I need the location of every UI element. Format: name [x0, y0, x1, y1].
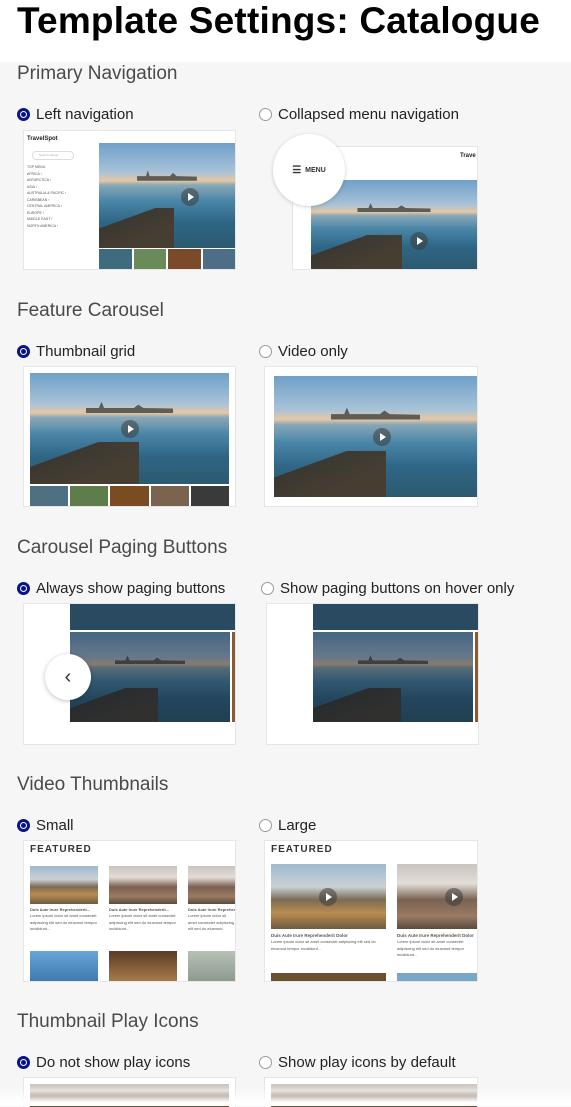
preview-thumbnail-strip — [99, 249, 235, 269]
chevron-left-icon: ‹ — [45, 654, 91, 700]
preview-video-only[interactable] — [264, 366, 478, 507]
radio-unselected-icon[interactable] — [259, 108, 272, 121]
option-label: Left navigation — [36, 106, 134, 123]
video-thumbnail — [30, 866, 98, 904]
preview-small-thumbnails[interactable]: FEATURED Duis Aute Irure Reprehenderit..… — [23, 840, 236, 982]
menu-label: MENU — [305, 166, 326, 174]
preview-left-navigation[interactable]: TravelSpot Search videos TOP MENU AFRICA… — [23, 130, 236, 270]
page-header: Template Settings: Catalogue — [0, 0, 571, 62]
hamburger-icon: ☰ — [292, 164, 302, 176]
dim-overlay — [70, 632, 230, 722]
play-icon — [319, 888, 337, 906]
option-video-only[interactable]: Video only — [259, 343, 348, 360]
section-title-primary-navigation: Primary Navigation — [17, 63, 178, 84]
preview-nav-item: NORTH AMERICA › — [27, 223, 59, 228]
section-title-carousel-paging-buttons: Carousel Paging Buttons — [17, 537, 228, 558]
featured-heading: FEATURED — [30, 844, 92, 855]
preview-thumbnail-grid[interactable] — [23, 366, 236, 507]
radio-unselected-icon[interactable] — [259, 345, 272, 358]
preview-hover-paging[interactable] — [266, 603, 479, 745]
video-thumbnail — [30, 951, 98, 981]
preview-strip-top — [313, 604, 478, 630]
play-icon — [121, 420, 139, 438]
preview-search-placeholder: Search videos — [39, 153, 59, 157]
page-title: Template Settings: Catalogue — [17, 0, 540, 41]
preview-strip-top — [70, 604, 235, 630]
preview-large-thumbnails[interactable]: FEATURED Duis Aute Irure Reprehenderit D… — [264, 840, 478, 982]
radio-selected-icon[interactable] — [17, 345, 30, 358]
video-description: Lorem ipsum dolor sit amet consectet adi… — [397, 939, 464, 957]
option-label: Thumbnail grid — [36, 343, 136, 360]
play-icon — [373, 428, 391, 446]
play-icon — [181, 188, 199, 206]
option-label: Show paging buttons on hover only — [280, 580, 515, 597]
video-thumbnail — [109, 866, 177, 904]
radio-unselected-icon[interactable] — [259, 1056, 272, 1069]
section-title-thumbnail-play-icons: Thumbnail Play Icons — [17, 1011, 199, 1032]
option-show-play-icons[interactable]: Show play icons by default — [259, 1054, 456, 1071]
option-paging-on-hover[interactable]: Show paging buttons on hover only — [261, 580, 514, 597]
option-collapsed-menu-navigation[interactable]: Collapsed menu navigation — [259, 106, 459, 123]
bottom-fade — [0, 1088, 571, 1106]
radio-unselected-icon[interactable] — [259, 819, 272, 832]
radio-selected-icon[interactable] — [17, 1056, 30, 1069]
option-small-thumbnails[interactable]: Small — [17, 817, 74, 834]
option-label: Large — [278, 817, 317, 834]
option-always-show-paging[interactable]: Always show paging buttons — [17, 580, 225, 597]
preview-logo-partial: Trave — [460, 153, 476, 159]
video-description: Lorem ipsum dolor sit amet consectet adi… — [188, 913, 235, 933]
video-thumbnail — [397, 973, 477, 981]
preview-thumbnail-strip — [30, 486, 230, 506]
play-icon — [445, 888, 463, 906]
option-label: Show play icons by default — [278, 1054, 456, 1071]
option-label: Small — [36, 817, 74, 834]
section-title-video-thumbnails: Video Thumbnails — [17, 774, 169, 795]
radio-selected-icon[interactable] — [17, 108, 30, 121]
option-label: Collapsed menu navigation — [278, 106, 459, 123]
option-label: Do not show play icons — [36, 1054, 191, 1071]
radio-selected-icon[interactable] — [17, 582, 30, 595]
preview-hero-image — [99, 143, 235, 248]
radio-unselected-icon[interactable] — [261, 582, 274, 595]
video-description: Lorem ipsum dolor sit amet consectet adi… — [30, 913, 97, 931]
video-description: Lorem ipsum dolor sit amet consectet adi… — [109, 913, 176, 931]
video-thumbnail — [188, 951, 235, 981]
menu-button-preview: ☰ MENU — [273, 134, 345, 206]
option-large-thumbnails[interactable]: Large — [259, 817, 316, 834]
preview-search-input: Search videos — [32, 151, 74, 160]
video-thumbnail — [188, 866, 235, 904]
option-thumbnail-grid[interactable]: Thumbnail grid — [17, 343, 135, 360]
radio-selected-icon[interactable] — [17, 819, 30, 832]
next-slide-edge — [232, 632, 235, 722]
dim-overlay — [313, 632, 473, 722]
next-slide-edge — [475, 632, 478, 722]
option-left-navigation[interactable]: Left navigation — [17, 106, 134, 123]
play-icon — [410, 232, 428, 250]
video-description: Lorem ipsum dolor sit amet consectet adi… — [271, 939, 376, 951]
video-thumbnail — [109, 951, 177, 981]
section-title-feature-carousel: Feature Carousel — [17, 300, 164, 321]
preview-logo: TravelSpot — [27, 136, 58, 142]
option-no-play-icons[interactable]: Do not show play icons — [17, 1054, 190, 1071]
option-label: Always show paging buttons — [36, 580, 226, 597]
option-label: Video only — [278, 343, 348, 360]
video-thumbnail — [271, 973, 386, 981]
video-thumbnail — [397, 864, 477, 929]
featured-heading: FEATURED — [271, 844, 333, 855]
preview-nav-menu: TOP MENU AFRICA › ANTARCTICA › ASIA › AU… — [27, 164, 97, 229]
